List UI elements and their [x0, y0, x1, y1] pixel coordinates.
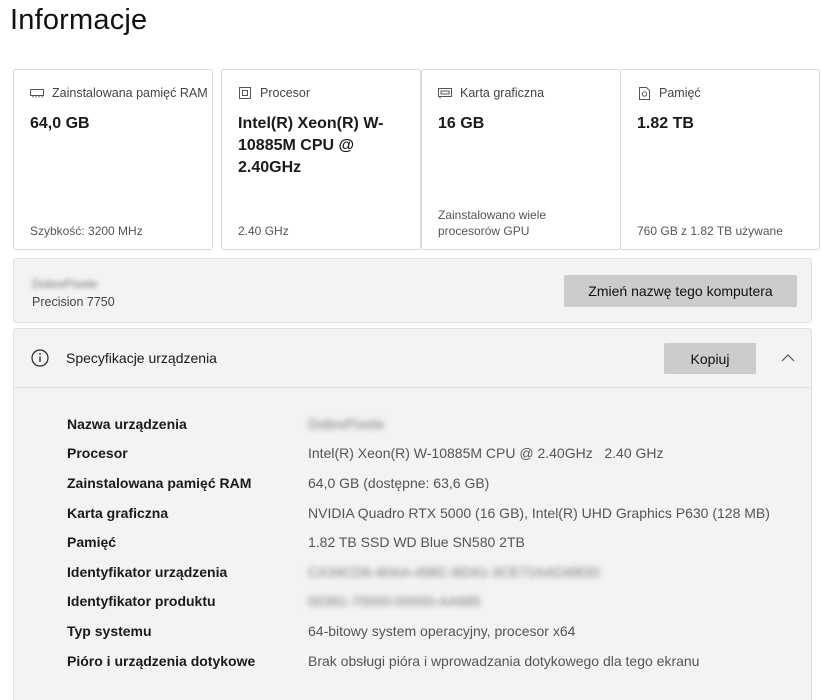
graphics-card: Karta graficzna 16 GB Zainstalowano wiel…	[421, 69, 621, 250]
card-label: Procesor	[260, 86, 311, 100]
specifications-list: Nazwa urządzenia DobrePixele Procesor In…	[67, 409, 797, 675]
specifications-title: Specyfikacje urządzenia	[66, 350, 217, 366]
card-label: Pamięć	[659, 86, 701, 100]
spec-value[interactable]: DobrePixele	[308, 416, 384, 432]
card-value: Intel(R) Xeon(R) W-10885M CPU @ 2.40GHz	[238, 115, 384, 176]
spec-key: Pamięć	[67, 534, 117, 551]
spec-value[interactable]: CA34CD6-40AA-498C-BD41-3CE72AAD48DD	[308, 564, 600, 580]
graphics-card-icon	[438, 86, 452, 100]
processor-card: Procesor Intel(R) Xeon(R) W-10885M CPU @…	[221, 69, 421, 250]
spec-key: Karta graficzna	[67, 504, 169, 521]
spec-key: Zainstalowana pamięć RAM	[67, 474, 252, 491]
storage-card: Pamięć 1.82 TB 760 GB z 1.82 TB używane	[620, 69, 820, 250]
device-model: Precision 7750	[32, 295, 115, 309]
spec-row-ram: Zainstalowana pamięć RAM 64,0 GB (dostęp…	[67, 468, 797, 498]
spec-value[interactable]: Intel(R) Xeon(R) W-10885M CPU @ 2.40GHz …	[308, 445, 664, 461]
card-value: 64,0 GB	[30, 115, 90, 132]
card-sub: Szybkość: 3200 MHz	[30, 224, 143, 238]
rename-computer-button[interactable]: Zmień nazwę tego komputera	[564, 275, 797, 307]
spec-row-system-type: Typ systemu 64-bitowy system operacyjny,…	[67, 616, 797, 646]
spec-value[interactable]: 64-bitowy system operacyjny, procesor x6…	[308, 623, 575, 639]
spec-value[interactable]: 00391-70000-00000-AA685	[308, 593, 481, 609]
spec-key: Procesor	[67, 445, 128, 462]
spec-key: Identyfikator urządzenia	[67, 563, 228, 580]
spec-key: Nazwa urządzenia	[67, 415, 187, 432]
spec-value[interactable]: Brak obsługi pióra i wprowadzania dotyko…	[308, 653, 699, 669]
ram-icon	[30, 86, 44, 100]
card-value: 1.82 TB	[637, 115, 694, 132]
spec-row-graphics: Karta graficzna NVIDIA Quadro RTX 5000 (…	[67, 498, 797, 528]
info-icon	[31, 349, 49, 367]
spec-value[interactable]: 1.82 TB SSD WD Blue SN580 2TB	[308, 534, 525, 550]
spec-value[interactable]: 64,0 GB (dostępne: 63,6 GB)	[308, 475, 489, 491]
copy-button[interactable]: Kopiuj	[664, 343, 756, 374]
card-sub: Zainstalowano wiele procesorów GPU	[438, 208, 547, 238]
spec-row-storage: Pamięć 1.82 TB SSD WD Blue SN580 2TB	[67, 527, 797, 557]
chevron-up-icon[interactable]	[781, 351, 795, 365]
spec-key: Pióro i urządzenia dotykowe	[67, 652, 256, 669]
specifications-header[interactable]: Specyfikacje urządzenia Kopiuj	[14, 329, 811, 388]
spec-key: Identyfikator produktu	[67, 593, 216, 610]
card-value: 16 GB	[438, 115, 485, 132]
ram-card: Zainstalowana pamięć RAM 64,0 GB Szybkoś…	[13, 69, 213, 250]
storage-icon	[637, 86, 651, 100]
device-hostname: DobrePixele	[32, 277, 98, 291]
device-name-bar: DobrePixele Precision 7750 Zmień nazwę t…	[13, 258, 812, 323]
card-sub: 760 GB z 1.82 TB używane	[637, 224, 783, 238]
card-sub: 2.40 GHz	[238, 224, 289, 238]
card-label: Karta graficzna	[460, 86, 545, 100]
page-title: Informacje	[10, 4, 148, 36]
spec-row-device-id: Identyfikator urządzenia CA34CD6-40AA-49…	[67, 557, 797, 587]
spec-key: Typ systemu	[67, 622, 152, 639]
spec-value[interactable]: NVIDIA Quadro RTX 5000 (16 GB), Intel(R)…	[308, 505, 770, 521]
spec-row-device-name: Nazwa urządzenia DobrePixele	[67, 409, 797, 439]
spec-row-product-id: Identyfikator produktu 00391-70000-00000…	[67, 587, 797, 617]
spec-row-pen-touch: Pióro i urządzenia dotykowe Brak obsługi…	[67, 646, 797, 676]
card-label: Zainstalowana pamięć RAM	[52, 86, 208, 100]
device-specifications-panel: Specyfikacje urządzenia Kopiuj Nazwa urz…	[13, 328, 812, 700]
spec-row-processor: Procesor Intel(R) Xeon(R) W-10885M CPU @…	[67, 439, 797, 469]
processor-icon	[238, 86, 252, 100]
hardware-summary-cards: Zainstalowana pamięć RAM 64,0 GB Szybkoś…	[13, 69, 820, 250]
